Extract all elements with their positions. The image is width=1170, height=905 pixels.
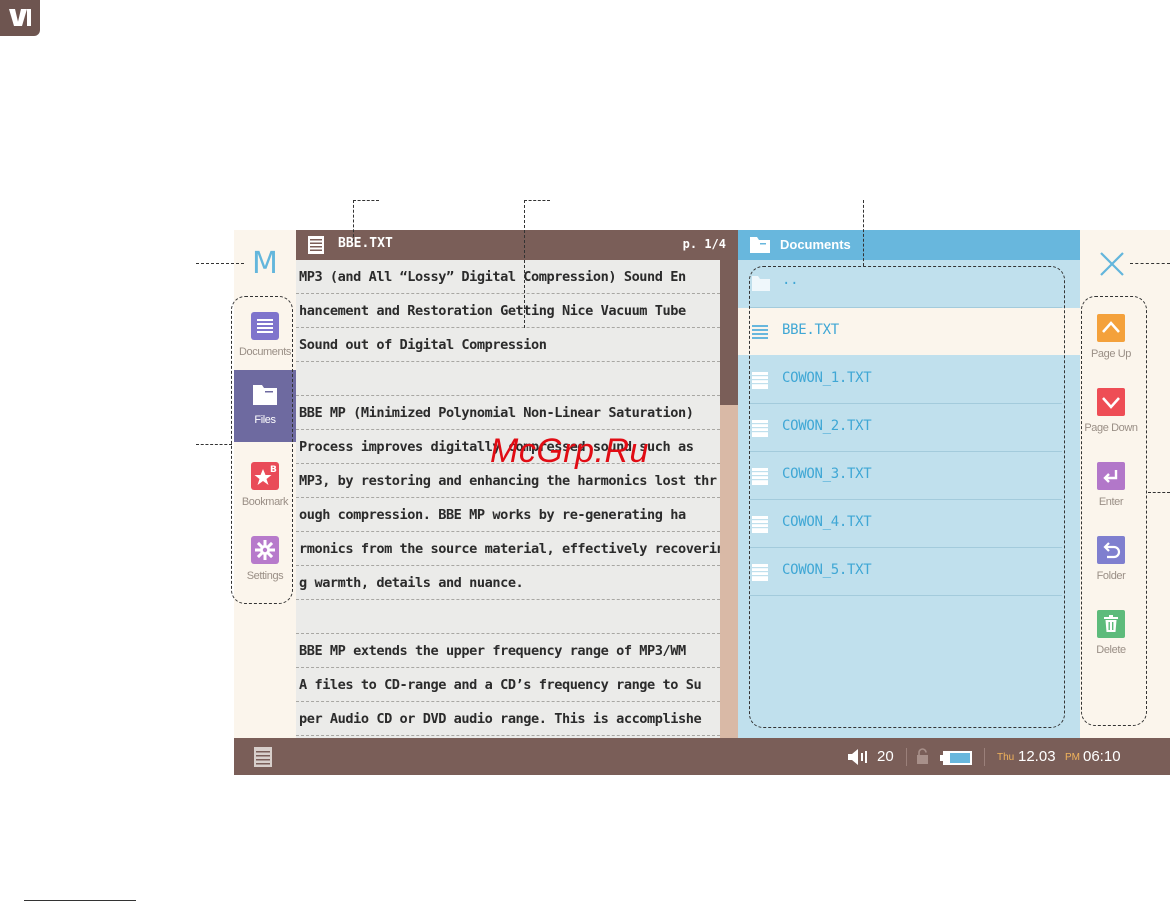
- volume-level: 20: [877, 748, 894, 765]
- callout-line: [863, 200, 864, 266]
- text-line: BBE MP (Minimized Polynomial Non-Linear …: [296, 396, 720, 430]
- document-filename: BBE.TXT: [338, 236, 393, 251]
- callout-line: [196, 263, 244, 264]
- text-file-icon: [308, 236, 324, 254]
- text-file-icon[interactable]: [254, 747, 272, 771]
- document-text-area[interactable]: MP3 (and All “Lossy” Digital Compression…: [296, 260, 720, 768]
- callout-line: [1130, 263, 1170, 264]
- menu-button[interactable]: M: [244, 244, 286, 284]
- battery-icon: [940, 750, 972, 769]
- text-line: BBE MP extends the upper frequency range…: [296, 634, 720, 668]
- annotation-box-right-actions: [1081, 296, 1147, 726]
- text-line: rmonics from the source material, effect…: [296, 532, 720, 566]
- text-line: ough compression. BBE MP works by re-gen…: [296, 498, 720, 532]
- text-line: g warmth, details and nuance.: [296, 566, 720, 600]
- page-indicator: p. 1/4: [682, 237, 726, 251]
- weekday: Thu: [997, 752, 1015, 763]
- callout-line: [524, 200, 550, 201]
- text-line: [296, 600, 720, 634]
- volume-icon[interactable]: [848, 749, 872, 769]
- callout-line: [1148, 492, 1170, 493]
- files-panel-header: Documents: [738, 230, 1080, 260]
- callout-line: [524, 200, 525, 328]
- callout-line: [353, 200, 354, 242]
- brand-logo-icon: [0, 0, 40, 36]
- text-line: [296, 362, 720, 396]
- text-line: MP3 (and All “Lossy” Digital Compression…: [296, 260, 720, 294]
- date: 12.03: [1018, 748, 1056, 765]
- callout-line: [353, 200, 379, 201]
- text-line: Sound out of Digital Compression: [296, 328, 720, 362]
- status-bar: 20 Thu 12.03 PM 06:10: [234, 738, 1170, 775]
- document-header: BBE.TXT p. 1/4: [296, 230, 738, 260]
- text-line: hancement and Restoration Getting Nice V…: [296, 294, 720, 328]
- text-line: per Audio CD or DVD audio range. This is…: [296, 702, 720, 736]
- files-panel-title: Documents: [780, 237, 851, 252]
- clock-time: 06:10: [1083, 748, 1121, 765]
- watermark: McGrp.Ru: [490, 432, 649, 470]
- callout-line: [196, 444, 232, 445]
- lock-icon[interactable]: [916, 748, 929, 769]
- text-line: A files to CD-range and a CD’s frequency…: [296, 668, 720, 702]
- ampm: PM: [1065, 752, 1080, 763]
- footnote-divider: [24, 900, 136, 901]
- annotation-box-left-menu: [231, 296, 293, 604]
- annotation-box-file-list: [749, 266, 1065, 728]
- folder-icon: [750, 237, 770, 253]
- close-icon[interactable]: [1094, 244, 1130, 284]
- scrollbar-thumb[interactable]: [720, 260, 738, 405]
